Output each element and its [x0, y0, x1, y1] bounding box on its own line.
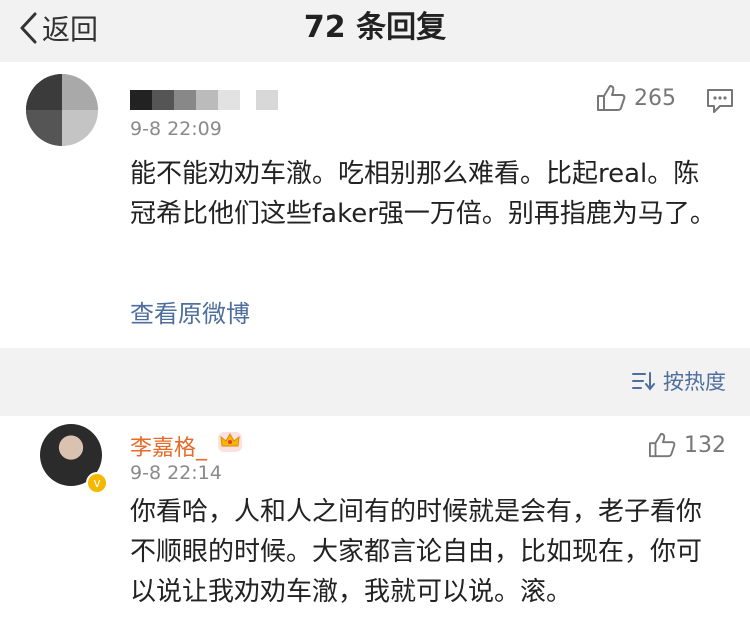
like-button[interactable]: 132 — [648, 432, 726, 458]
like-button[interactable]: 265 — [596, 84, 676, 112]
verified-icon: v — [86, 472, 108, 494]
sort-icon — [632, 372, 655, 391]
view-original-link[interactable]: 查看原微博 — [130, 294, 250, 329]
comment-icon[interactable] — [706, 88, 734, 118]
avatar[interactable] — [26, 74, 98, 146]
main-comment: 9-8 22:09 265 能不能劝劝车澈。吃相别那么难看。比起real。陈冠希… — [0, 62, 750, 348]
reply-text: 你看哈，人和人之间有的时候就是会有，老子看你不顺眼的时候。大家都言论自由，比如现… — [130, 497, 703, 607]
like-count: 265 — [634, 85, 676, 111]
crown-icon — [216, 428, 244, 458]
page-title: 72 条回复 — [303, 10, 447, 45]
comment-text: 能不能劝劝车澈。吃相别那么难看。比起real。陈冠希比他们这些faker强一万倍… — [130, 159, 716, 229]
sort-label: 按热度 — [663, 370, 726, 394]
reply-time: 9-8 22:14 — [130, 462, 222, 484]
nav-bar: 返回 72 条回复 — [0, 0, 750, 62]
thumbs-up-icon — [597, 85, 626, 111]
reply-item: v 李嘉格_ 9-8 22:14 132 你看哈，人和人之间有的时候就是会有，老… — [0, 416, 750, 642]
user-name[interactable]: 李嘉格_ — [130, 430, 207, 462]
thumbs-up-icon — [649, 432, 676, 458]
sort-button[interactable]: 按热度 — [631, 366, 726, 396]
comment-time: 9-8 22:09 — [130, 118, 222, 140]
user-name-blurred[interactable] — [130, 90, 278, 110]
like-count: 132 — [684, 432, 726, 458]
